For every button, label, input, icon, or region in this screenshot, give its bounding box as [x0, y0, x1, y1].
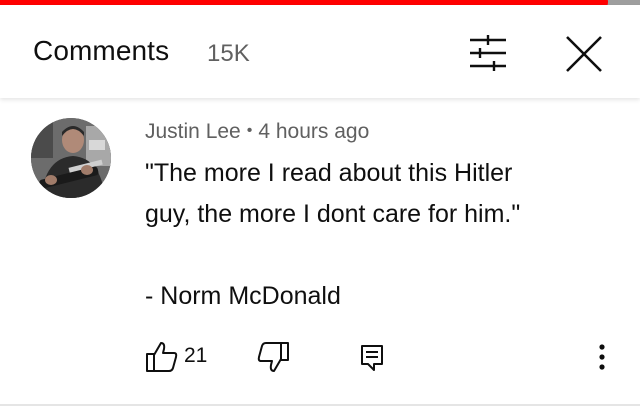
avatar[interactable]	[31, 118, 111, 198]
reply-comment-icon[interactable]	[358, 342, 386, 372]
divider	[0, 404, 640, 406]
comments-panel: Comments 15K Justin Lee • 4 hours ago "T…	[0, 0, 640, 413]
comments-header: Comments 15K	[0, 5, 640, 98]
sort-filter-icon[interactable]	[466, 34, 510, 72]
close-icon[interactable]	[562, 32, 606, 76]
like-count: 21	[184, 344, 208, 367]
comment-body: "The more I read about this Hitler guy, …	[145, 153, 595, 317]
thumbs-down-icon[interactable]	[256, 340, 290, 374]
meta-separator: •	[246, 122, 253, 139]
thumbs-up-icon[interactable]	[145, 340, 179, 374]
more-vertical-icon[interactable]	[592, 342, 612, 374]
comment-line: - Norm McDonald	[145, 282, 341, 310]
comment-line: "The more I read about this Hitler	[145, 159, 513, 187]
comment-author[interactable]: Justin Lee	[145, 120, 241, 143]
comment-meta: Justin Lee • 4 hours ago	[145, 120, 369, 144]
comment-time: 4 hours ago	[258, 120, 370, 143]
comments-title: Comments	[33, 35, 170, 66]
comment-line: guy, the more I dont care for him."	[145, 200, 521, 228]
comments-count: 15K	[207, 40, 250, 67]
